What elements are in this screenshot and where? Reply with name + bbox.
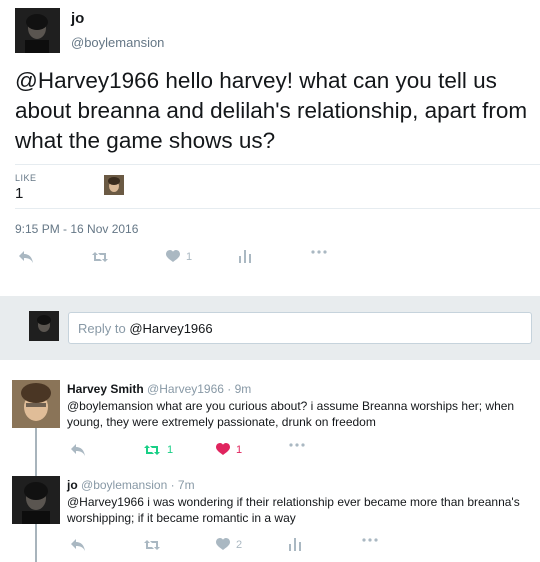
retweet-button[interactable]: [91, 250, 109, 264]
like-count: 1: [236, 443, 243, 456]
more-icon: [311, 250, 327, 254]
tweet-actions: 1: [18, 250, 338, 270]
more-icon: [289, 443, 305, 447]
reply-text: @boylemansion what are you curious about…: [67, 399, 515, 429]
reply-icon: [71, 539, 85, 551]
reply-text: @Harvey1966 i was wondering if their rel…: [67, 495, 520, 525]
retweet-count: 1: [167, 444, 174, 456]
reply-author-avatar[interactable]: [12, 380, 60, 428]
reply-mention: @Harvey1966: [129, 321, 213, 336]
reply-time[interactable]: · 9m: [227, 382, 251, 396]
reply-prompt-text: Reply to: [78, 321, 126, 336]
like-count: 2: [236, 538, 243, 551]
reply-author-name[interactable]: jo: [67, 478, 78, 492]
analytics-button[interactable]: [289, 538, 301, 551]
heart-icon: [166, 250, 180, 262]
more-button[interactable]: [311, 250, 327, 254]
reply-button[interactable]: [70, 443, 86, 457]
liker-avatar[interactable]: [104, 175, 124, 195]
analytics-icon: [239, 250, 251, 263]
current-user-avatar: [29, 311, 59, 341]
reply-header: Harvey Smith @Harvey1966 · 9m: [67, 382, 251, 396]
retweet-icon: [92, 252, 108, 262]
reply-actions: 2: [70, 538, 378, 558]
reply-placeholder[interactable]: Reply to @Harvey1966: [78, 321, 213, 336]
retweet-button[interactable]: 1: [143, 443, 173, 457]
reply-author-avatar[interactable]: [12, 476, 60, 524]
reply-button[interactable]: [18, 250, 34, 264]
like-button[interactable]: 1: [166, 250, 192, 263]
reply-author-handle[interactable]: @Harvey1966: [147, 382, 224, 396]
author-handle[interactable]: @boylemansion: [71, 35, 164, 50]
reply-author-name[interactable]: Harvey Smith: [67, 382, 144, 396]
like-button[interactable]: 2: [216, 538, 242, 551]
analytics-icon: [289, 538, 301, 551]
retweet-button[interactable]: [143, 538, 161, 552]
reply-header: jo @boylemansion · 7m: [67, 478, 195, 492]
author-name[interactable]: jo: [71, 10, 84, 27]
reply-actions: 1 1: [70, 443, 310, 463]
heart-icon: [216, 538, 230, 550]
retweet-icon: [144, 540, 160, 550]
likes-count[interactable]: 1: [15, 185, 23, 202]
likes-label: LIKE: [15, 173, 37, 183]
reply-icon: [19, 251, 33, 263]
analytics-button[interactable]: [239, 250, 251, 263]
reply-author-handle[interactable]: @boylemansion: [81, 478, 167, 492]
tweet-text: @Harvey1966 hello harvey! what can you t…: [15, 68, 528, 153]
tweet-timestamp[interactable]: 9:15 PM - 16 Nov 2016: [15, 222, 138, 236]
like-count: 1: [186, 250, 193, 263]
divider: [15, 208, 540, 209]
more-button[interactable]: [289, 443, 305, 447]
like-button[interactable]: 1: [216, 443, 242, 456]
avatar[interactable]: [15, 8, 60, 53]
reply-icon: [71, 444, 85, 456]
more-button[interactable]: [362, 538, 378, 542]
divider: [15, 164, 540, 165]
reply-button[interactable]: [70, 538, 86, 552]
heart-icon: [216, 443, 230, 455]
more-icon: [362, 538, 378, 542]
reply-time[interactable]: · 7m: [171, 478, 195, 492]
retweet-icon: [144, 445, 160, 455]
